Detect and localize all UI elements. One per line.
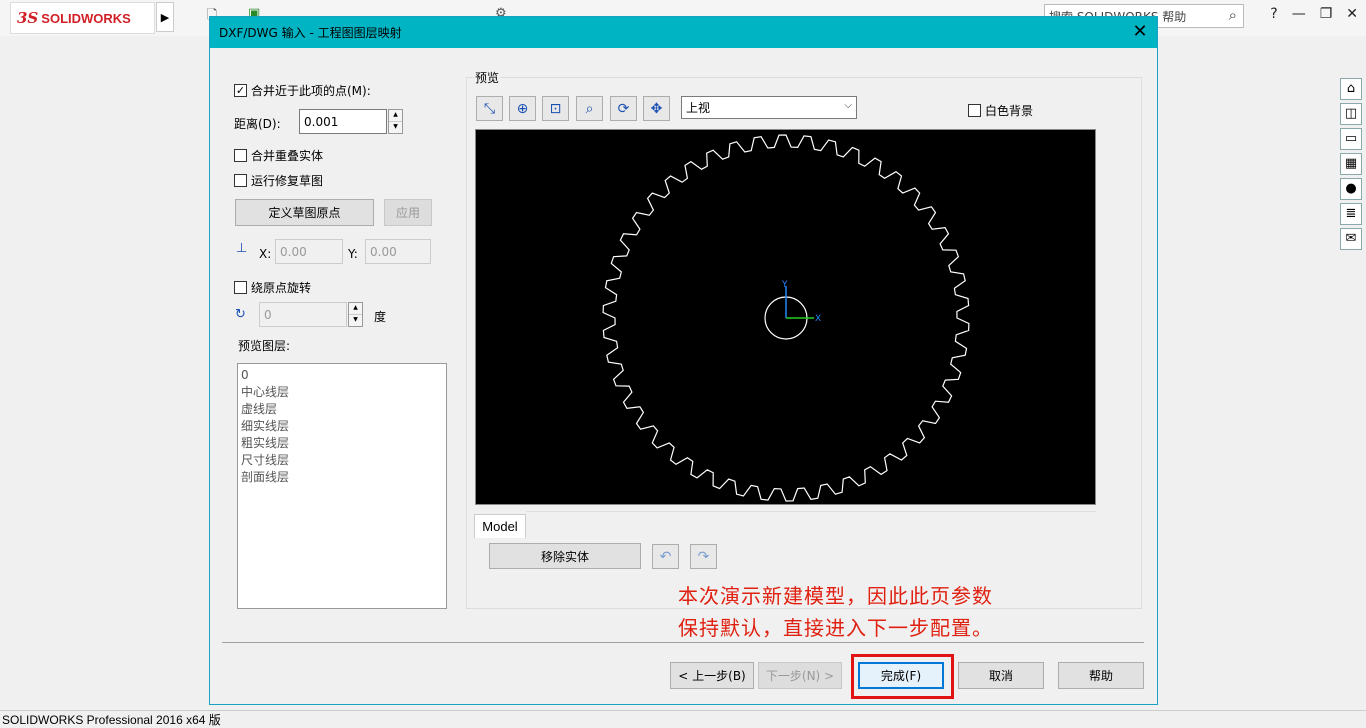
x-axis-label: X	[815, 314, 821, 324]
list-item[interactable]: 粗实线层	[241, 435, 443, 452]
rotate-checkbox[interactable]: 绕原点旋转	[234, 279, 311, 296]
chevron-down-icon: ⌵	[844, 100, 852, 111]
merge-points-label: 合并近于此项的点(M):	[251, 84, 371, 98]
merge-overlap-checkbox[interactable]: 合并重叠实体	[234, 147, 323, 164]
undo-icon[interactable]: ↶	[652, 544, 679, 569]
checkbox-box[interactable]	[234, 149, 247, 162]
preview-layers-label: 预览图层:	[238, 339, 291, 353]
distance-label: 距离(D):	[234, 117, 281, 131]
distance-stepper[interactable]: ▲ ▼	[388, 109, 403, 134]
custom-properties-icon[interactable]: ≣	[1340, 203, 1362, 225]
degree-label: 度	[374, 310, 387, 324]
rotate-view-icon[interactable]: ⟳	[610, 96, 637, 121]
tab-strip	[526, 511, 1096, 512]
minimize-icon[interactable]: —	[1292, 6, 1306, 22]
forum-icon[interactable]: ✉	[1340, 228, 1362, 250]
list-item[interactable]: 剖面线层	[241, 469, 443, 486]
window-controls: ? — ❐ ✕	[1270, 6, 1358, 22]
x-value: 0.00	[280, 244, 307, 259]
preview-canvas[interactable]: Y X	[475, 129, 1096, 505]
rotate-stepper[interactable]: ▲ ▼	[348, 302, 363, 327]
merge-overlap-label: 合并重叠实体	[251, 149, 324, 163]
dialog-title-bar: DXF/DWG 输入 - 工程图图层映射	[210, 17, 1157, 48]
origin-axis-icon: ⊥	[236, 241, 248, 256]
help-icon[interactable]: ?	[1270, 6, 1277, 22]
redo-icon[interactable]: ↷	[690, 544, 717, 569]
back-button[interactable]: < 上一步(B)	[670, 662, 754, 689]
checkbox-box[interactable]	[234, 281, 247, 294]
home-icon[interactable]: ⌂	[1340, 78, 1362, 100]
spin-down-icon[interactable]: ▼	[389, 122, 402, 133]
expand-menu-button[interactable]: ▶	[156, 2, 174, 32]
run-repair-checkbox[interactable]: 运行修复草图	[234, 172, 323, 189]
checkbox-box[interactable]	[234, 174, 247, 187]
help-button[interactable]: 帮助	[1058, 662, 1144, 689]
list-item[interactable]: 尺寸线层	[241, 452, 443, 469]
zoom-in-icon[interactable]: ⊕	[509, 96, 536, 121]
view-orientation-select[interactable]: 上视 ⌵	[681, 96, 857, 119]
spin-up-icon[interactable]: ▲	[349, 303, 362, 315]
pan-icon[interactable]: ✥	[643, 96, 670, 121]
layer-list[interactable]: 0 中心线层 虚线层 细实线层 粗实线层 尺寸线层 剖面线层	[237, 363, 447, 609]
x-field[interactable]: 0.00	[275, 239, 343, 264]
white-bg-label: 白色背景	[985, 104, 1034, 118]
close-window-icon[interactable]: ✕	[1346, 6, 1358, 22]
zoom-fit-icon[interactable]: ⊡	[542, 96, 569, 121]
appearances-icon[interactable]: ●	[1340, 178, 1362, 200]
remove-entity-button[interactable]: 移除实体	[489, 543, 641, 569]
tab-model[interactable]: Model	[474, 514, 526, 538]
checkbox-box[interactable]: ✓	[234, 84, 247, 97]
white-background-checkbox[interactable]: 白色背景	[968, 102, 1033, 119]
next-button[interactable]: 下一步(N) >	[758, 662, 842, 689]
rotate-icon: ↻	[235, 307, 246, 322]
search-icon[interactable]: ⌕	[1229, 6, 1237, 24]
list-item[interactable]: 0	[241, 367, 443, 384]
list-item[interactable]: 虚线层	[241, 401, 443, 418]
zoom-area-icon[interactable]: ⌕	[576, 96, 603, 121]
y-axis-label: Y	[781, 280, 788, 290]
view-select-value: 上视	[686, 101, 711, 115]
checkbox-box[interactable]	[968, 104, 981, 117]
preview-caption: 预览	[474, 69, 501, 86]
distance-field[interactable]: 0.001	[299, 109, 387, 134]
restore-icon[interactable]: ❐	[1320, 6, 1333, 22]
define-origin-button[interactable]: 定义草图原点	[235, 199, 374, 226]
brand-text: SOLIDWORKS	[41, 10, 131, 26]
y-value: 0.00	[370, 244, 397, 259]
annotation-text: 本次演示新建模型，因此此页参数 保持默认，直接进入下一步配置。	[678, 580, 993, 644]
list-item[interactable]: 中心线层	[241, 384, 443, 401]
design-library-icon[interactable]: ◫	[1340, 103, 1362, 125]
annotation-line-2: 保持默认，直接进入下一步配置。	[678, 616, 993, 640]
separator	[222, 642, 1144, 643]
apply-button[interactable]: 应用	[384, 199, 432, 226]
file-explorer-icon[interactable]: ▭	[1340, 128, 1362, 150]
distance-value: 0.001	[304, 114, 339, 129]
status-bar: SOLIDWORKS Professional 2016 x64 版	[0, 710, 1366, 728]
cancel-button[interactable]: 取消	[958, 662, 1044, 689]
solidworks-logo[interactable]: 3S SOLIDWORKS	[10, 2, 155, 34]
spin-up-icon[interactable]: ▲	[389, 110, 402, 122]
ds-logo-icon: 3S	[17, 9, 39, 27]
merge-points-checkbox[interactable]: ✓ 合并近于此项的点(M):	[234, 82, 371, 99]
spin-down-icon[interactable]: ▼	[349, 315, 362, 326]
select-tool-icon[interactable]: ⤡	[476, 96, 503, 121]
view-palette-icon[interactable]: ▦	[1340, 153, 1362, 175]
close-icon[interactable]: ✕	[1129, 21, 1151, 42]
annotation-line-1: 本次演示新建模型，因此此页参数	[678, 584, 993, 608]
gear-preview: Y X	[602, 134, 970, 502]
list-item[interactable]: 细实线层	[241, 418, 443, 435]
rotate-label: 绕原点旋转	[251, 281, 312, 295]
dxf-import-dialog: DXF/DWG 输入 - 工程图图层映射 ✕ ✓ 合并近于此项的点(M): 距离…	[209, 16, 1158, 705]
dialog-title: DXF/DWG 输入 - 工程图图层映射	[219, 26, 402, 40]
run-repair-label: 运行修复草图	[251, 174, 324, 188]
x-label: X:	[259, 247, 272, 261]
rotate-angle-field[interactable]: 0	[259, 302, 347, 327]
task-pane: ⌂ ◫ ▭ ▦ ● ≣ ✉	[1340, 78, 1364, 253]
rotate-value: 0	[264, 307, 272, 322]
y-field[interactable]: 0.00	[365, 239, 431, 264]
finish-button[interactable]: 完成(F)	[858, 662, 944, 689]
y-label: Y:	[348, 247, 358, 261]
